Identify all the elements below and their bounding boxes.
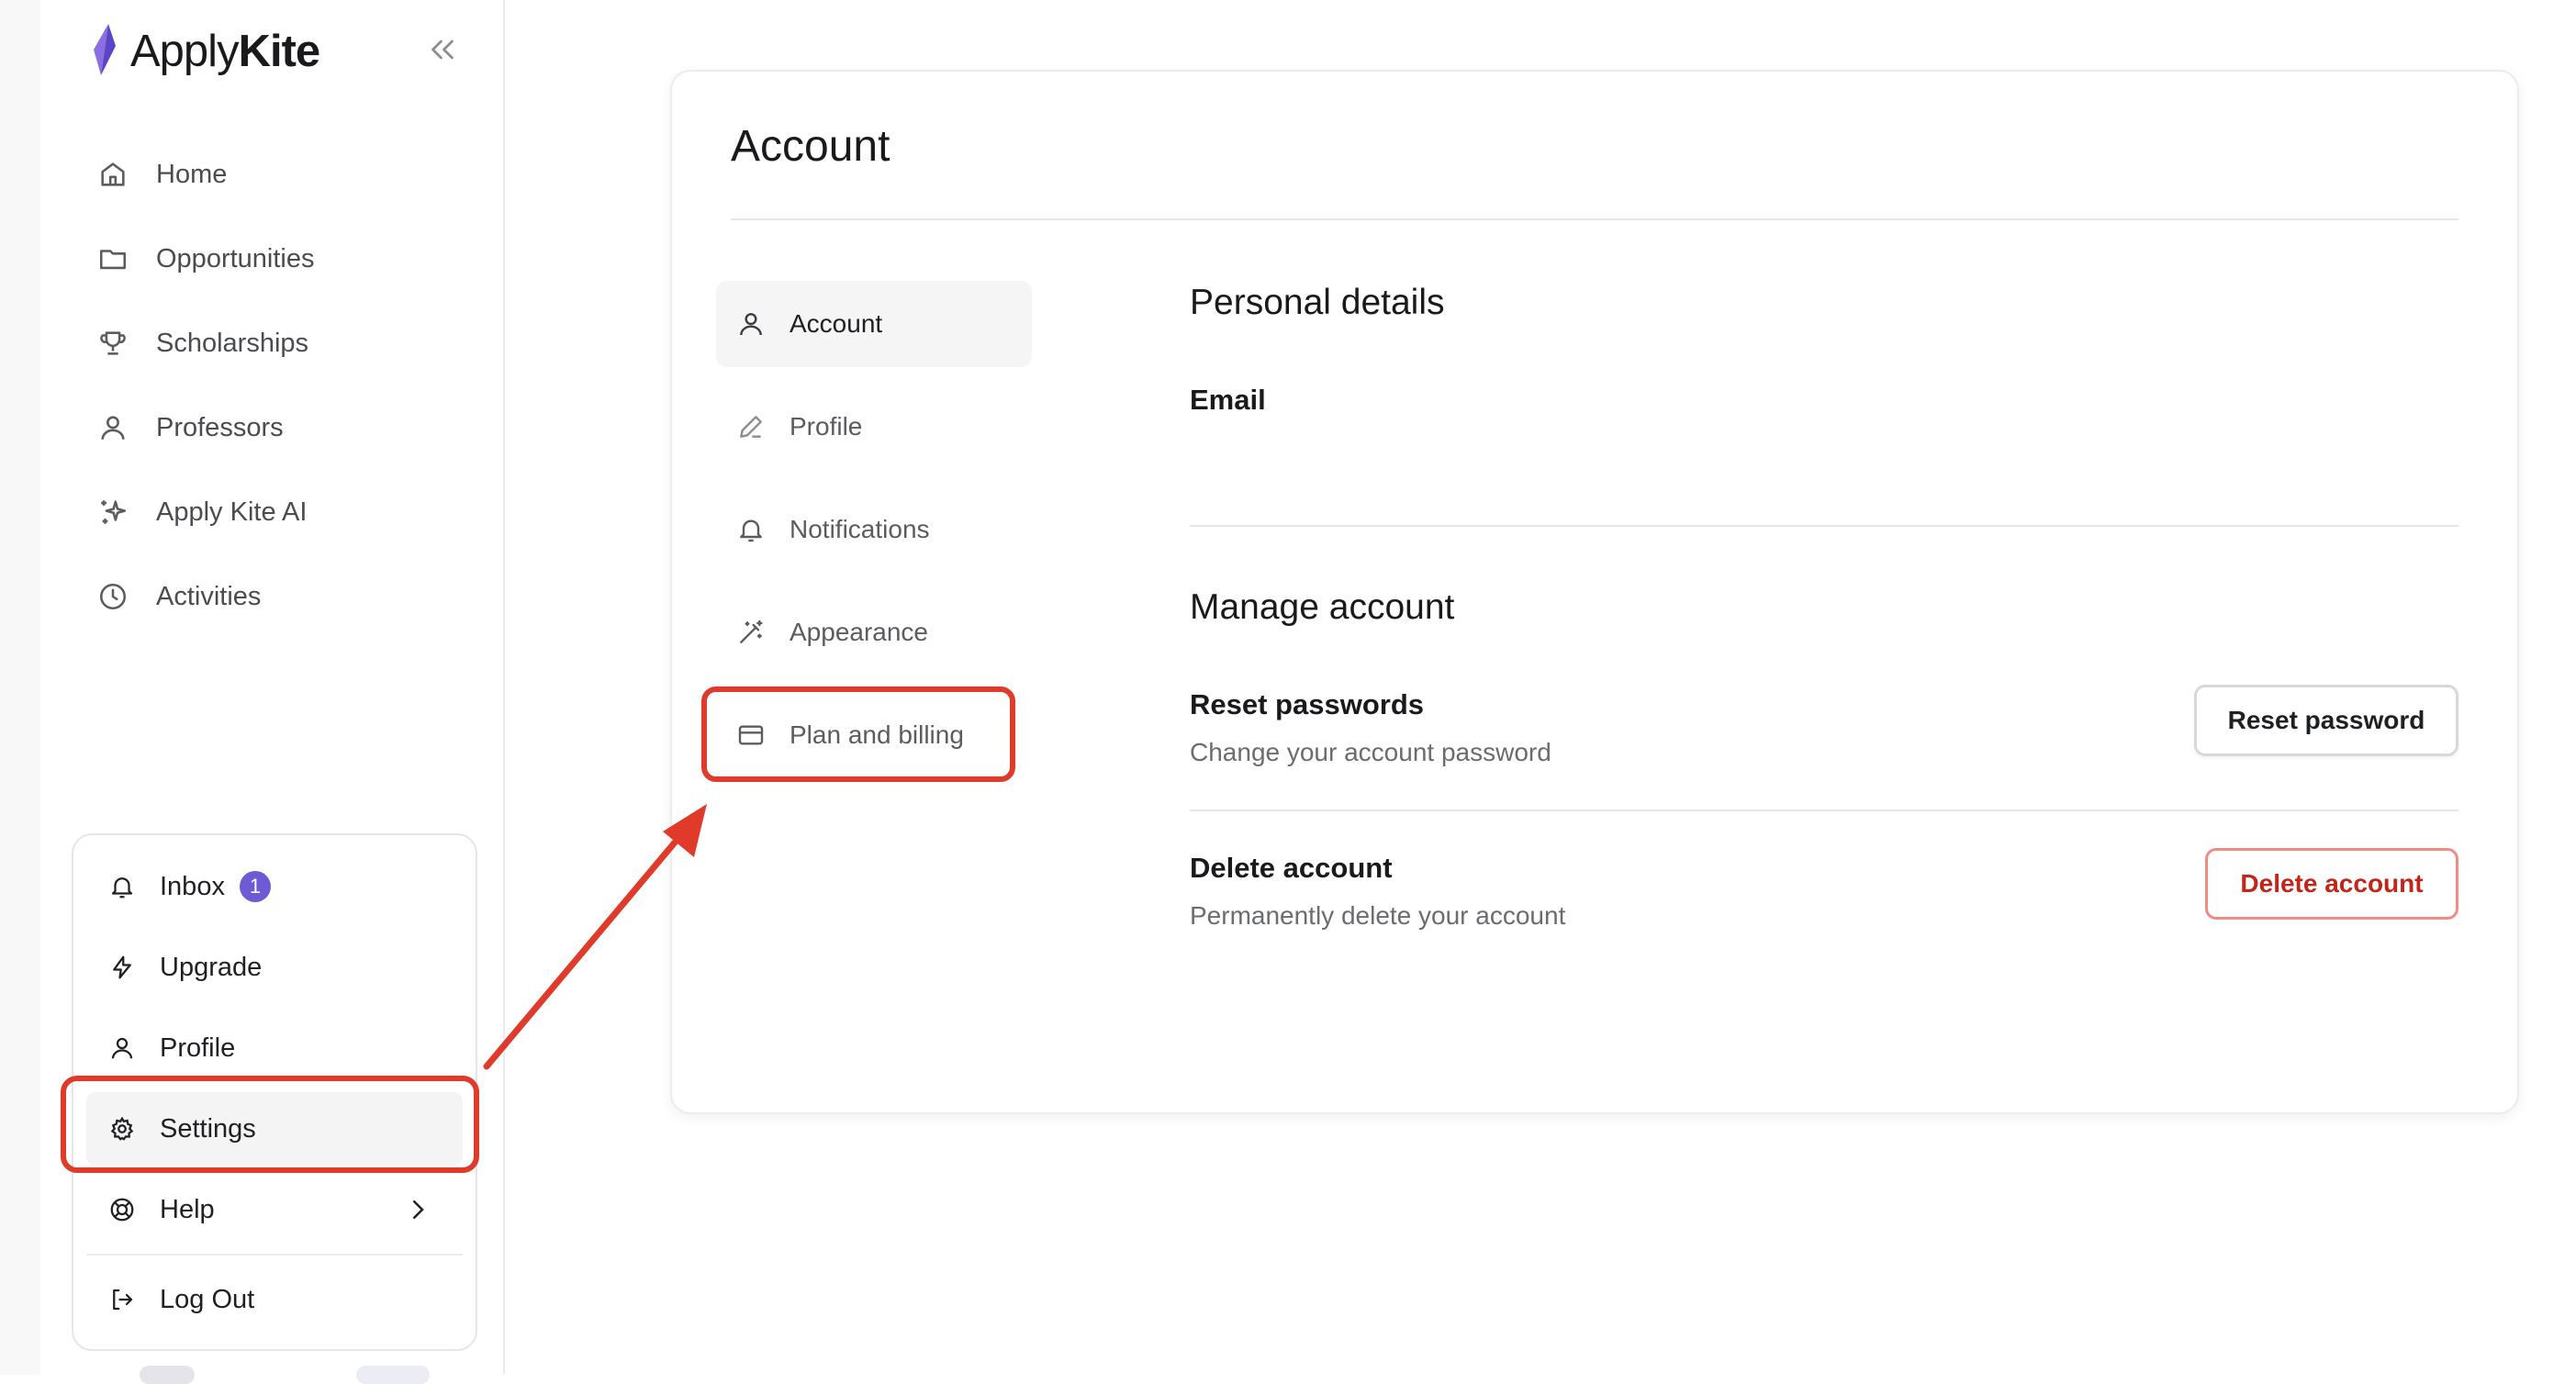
annotation-arrow — [483, 804, 707, 1070]
